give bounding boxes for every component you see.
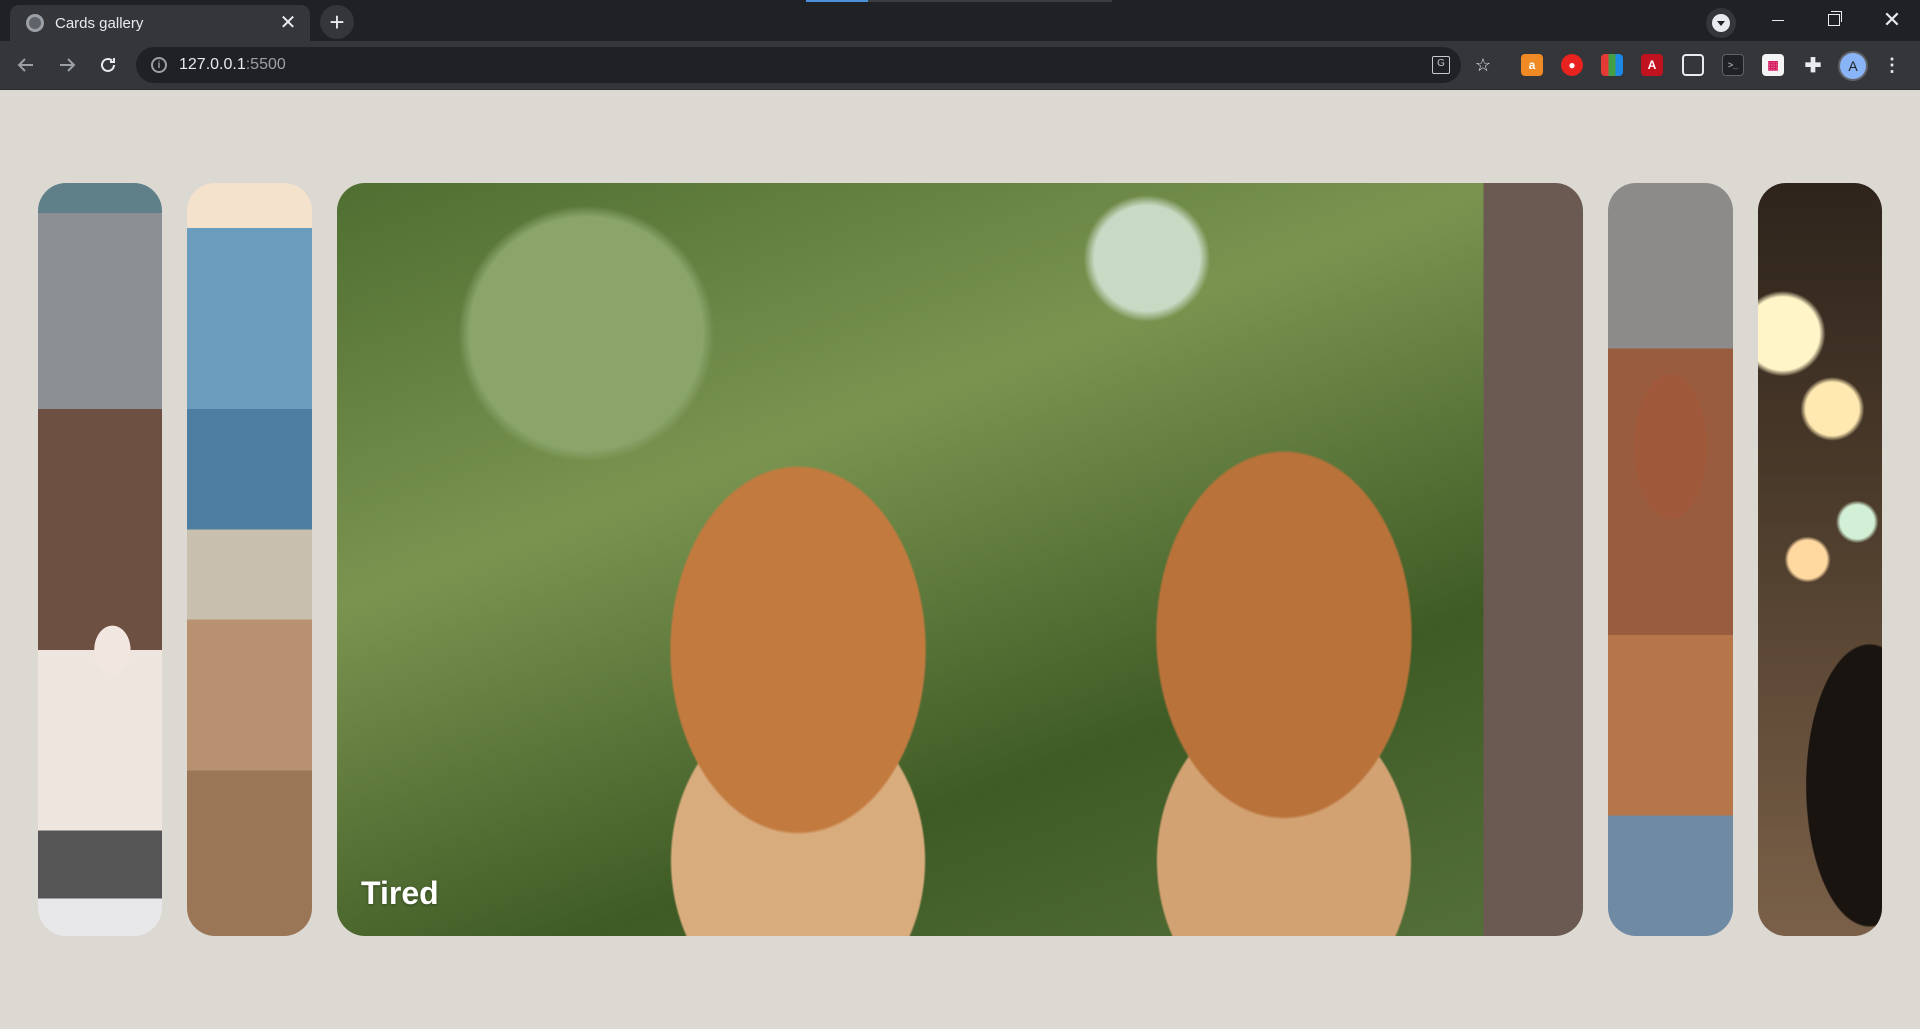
card-caption: Tired [361, 875, 439, 911]
tab-title: Cards gallery [55, 14, 144, 32]
cards-gallery: Tired [0, 90, 1920, 1029]
bookmark-star-icon[interactable]: ☆ [1473, 55, 1493, 75]
extensions-puzzle-icon[interactable]: ✚ [1802, 54, 1824, 77]
restore-button[interactable] [1806, 0, 1862, 40]
close-window-button[interactable]: ✕ [1864, 0, 1920, 40]
menu-kebab-icon[interactable]: ⋮ [1880, 53, 1904, 77]
reload-icon [101, 57, 115, 72]
site-info-icon[interactable]: i [151, 57, 167, 73]
extension-window-icon[interactable] [1682, 54, 1704, 76]
card-two-dachshunds-active[interactable]: Tired [337, 183, 1583, 936]
minimize-icon [1772, 19, 1784, 21]
extension-adblock-icon[interactable]: ● [1561, 54, 1583, 76]
forward-button[interactable] [51, 49, 83, 81]
close-tab-icon[interactable]: ✕ [276, 11, 300, 35]
url-text[interactable]: 127.0.0.1:5500 [179, 56, 286, 74]
extension-shopping-icon[interactable]: a [1521, 54, 1543, 76]
tab-cards-gallery[interactable]: Cards gallery ✕ [10, 5, 310, 41]
translate-icon[interactable]: G [1431, 55, 1451, 75]
card-beach-sand[interactable] [187, 183, 312, 936]
tab-strip-indicator [806, 0, 1112, 2]
browser-toolbar: i 127.0.0.1:5500 G ☆ a ● A >_ ▦ ✚ A ⋮ [0, 41, 1920, 90]
tab-search-button[interactable] [1706, 8, 1736, 38]
reload-button[interactable] [92, 49, 124, 81]
browser-titlebar: Cards gallery ✕ + ✕ [0, 0, 1920, 41]
address-bar[interactable]: i 127.0.0.1:5500 G ☆ [136, 47, 1491, 83]
restore-icon [1828, 11, 1842, 26]
card-brown-dog-closeup[interactable] [1608, 183, 1733, 936]
arrow-left-icon [17, 58, 33, 72]
minimize-button[interactable] [1750, 0, 1806, 40]
extension-pdf-icon[interactable]: A [1641, 54, 1663, 76]
back-button[interactable] [10, 49, 42, 81]
chevron-down-icon [1712, 14, 1730, 32]
globe-icon [26, 14, 44, 32]
arrow-right-icon [60, 58, 76, 72]
card-black-dog-bokeh[interactable] [1758, 183, 1882, 936]
profile-avatar[interactable]: A [1840, 53, 1866, 79]
new-tab-button[interactable]: + [320, 5, 354, 39]
extension-grid-icon[interactable]: ▦ [1762, 54, 1784, 76]
card-birthday-cake-dog[interactable] [38, 183, 162, 936]
extension-color-picker-icon[interactable] [1601, 54, 1623, 76]
extension-terminal-icon[interactable]: >_ [1722, 54, 1744, 76]
